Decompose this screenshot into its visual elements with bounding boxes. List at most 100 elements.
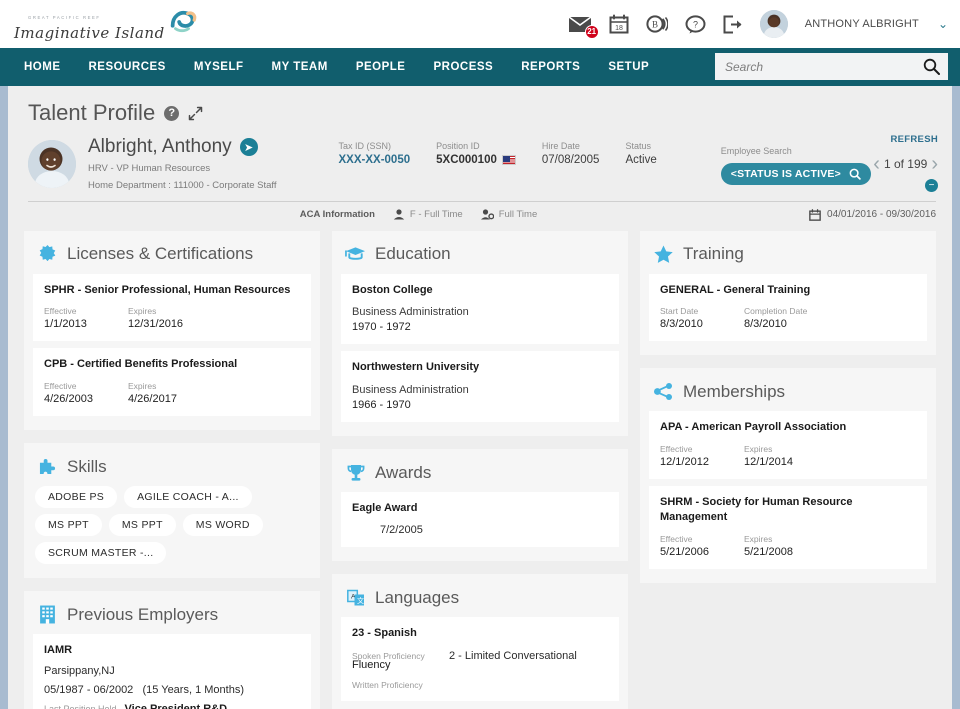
brand-logo[interactable]: Imaginative Island GREAT PACIFIC REEF xyxy=(10,7,197,41)
list-item[interactable]: GENERAL - General Training Start Date 8/… xyxy=(649,274,927,342)
aca-type: F - Full Time xyxy=(393,209,463,220)
column-right: Training GENERAL - General Training Star… xyxy=(640,231,936,709)
membership-name: APA - American Payroll Association xyxy=(660,420,916,435)
card-title: Memberships xyxy=(683,382,785,402)
brand-name: Imaginative Island xyxy=(14,26,165,41)
search-input[interactable] xyxy=(725,60,923,74)
search-icon[interactable] xyxy=(923,58,940,75)
expires-pair: Expires 12/1/2014 xyxy=(744,444,818,468)
aca-person-icon xyxy=(393,209,405,220)
license-name: SPHR - Senior Professional, Human Resour… xyxy=(44,283,300,298)
effective-pair: Effective 12/1/2012 xyxy=(660,444,734,468)
benefits-icon[interactable]: B xyxy=(646,15,668,34)
page-title: Talent Profile ? xyxy=(8,86,952,126)
list-item[interactable]: 23 - Spanish Spoken Proficiency 2 - Limi… xyxy=(341,617,619,701)
skill-chip[interactable]: AGILE COACH - A... xyxy=(124,486,252,508)
employee-search-block: Employee Search <STATUS IS ACTIVE> xyxy=(721,146,871,185)
column-middle: Education Boston College Business Admini… xyxy=(332,231,628,709)
list-item[interactable]: APA - American Payroll Association Effec… xyxy=(649,411,927,479)
employee-search-filter-pill[interactable]: <STATUS IS ACTIVE> xyxy=(721,163,871,185)
card-education: Education Boston College Business Admini… xyxy=(332,231,628,437)
nav-item-process[interactable]: PROCESS xyxy=(419,48,507,86)
start-date-pair: Start Date 8/3/2010 xyxy=(660,306,734,330)
card-header: Memberships xyxy=(649,376,927,411)
nav-item-myself[interactable]: MYSELF xyxy=(180,48,258,86)
effective-value: 5/21/2006 xyxy=(660,546,734,558)
effective-label: Effective xyxy=(44,306,118,316)
completion-date-value: 8/3/2010 xyxy=(744,318,818,330)
list-item[interactable]: Northwestern University Business Adminis… xyxy=(341,351,619,422)
list-item[interactable]: SPHR - Senior Professional, Human Resour… xyxy=(33,274,311,342)
fact-status: Status Active xyxy=(625,141,656,185)
svg-text:文: 文 xyxy=(357,596,364,605)
mail-icon[interactable]: 21 xyxy=(568,16,592,33)
fact-position-id-value-row: 5XC000100 xyxy=(436,154,516,166)
award-name: Eagle Award xyxy=(352,501,608,516)
card-header: Skills xyxy=(33,451,311,486)
effective-value: 12/1/2012 xyxy=(660,456,734,468)
expires-value: 5/21/2008 xyxy=(744,546,818,558)
nav-item-setup[interactable]: SETUP xyxy=(594,48,663,86)
employee-search-filter-text: <STATUS IS ACTIVE> xyxy=(731,168,841,180)
expires-pair: Expires 4/26/2017 xyxy=(128,381,202,405)
nav-item-home[interactable]: HOME xyxy=(16,48,75,86)
fact-position-id-label: Position ID xyxy=(436,141,516,151)
nav-item-my-team[interactable]: MY TEAM xyxy=(258,48,342,86)
nav-item-resources[interactable]: RESOURCES xyxy=(75,48,180,86)
list-item[interactable]: CPB - Certified Benefits Professional Ef… xyxy=(33,348,311,416)
card-title: Education xyxy=(375,244,451,264)
training-name: GENERAL - General Training xyxy=(660,283,916,298)
card-header: Education xyxy=(341,239,619,274)
search-icon[interactable] xyxy=(849,168,861,180)
skill-chip[interactable]: MS PPT xyxy=(109,514,176,536)
expires-pair: Expires 5/21/2008 xyxy=(744,534,818,558)
skill-chip[interactable]: ADOBE PS xyxy=(35,486,117,508)
skill-chip[interactable]: MS PPT xyxy=(35,514,102,536)
help-chat-icon[interactable]: ? xyxy=(685,15,706,34)
building-icon xyxy=(37,604,58,625)
license-name: CPB - Certified Benefits Professional xyxy=(44,357,300,372)
language-name: 23 - Spanish xyxy=(352,626,608,641)
calendar-icon[interactable]: 18 xyxy=(609,14,629,34)
user-name-label: ANTHONY ALBRIGHT xyxy=(805,18,919,30)
nav-item-people[interactable]: PEOPLE xyxy=(342,48,420,86)
effective-pair: Effective 1/1/2013 xyxy=(44,306,118,330)
us-flag-icon xyxy=(502,155,516,165)
star-icon xyxy=(653,244,674,265)
fact-hire-date: Hire Date 07/08/2005 xyxy=(542,141,600,185)
nav-item-reports[interactable]: REPORTS xyxy=(507,48,594,86)
employer-location: Parsippany,NJ xyxy=(44,665,300,677)
card-title: Previous Employers xyxy=(67,605,218,625)
certificate-badge-icon xyxy=(37,244,58,265)
main-navigation: HOME RESOURCES MYSELF MY TEAM PEOPLE PRO… xyxy=(0,48,960,86)
global-search[interactable] xyxy=(715,53,948,80)
card-title: Skills xyxy=(67,457,107,477)
aca-date-range: 04/01/2016 - 09/30/2016 xyxy=(809,209,936,221)
membership-dates: Effective 5/21/2006 Expires 5/21/2008 xyxy=(660,534,916,558)
card-header: Previous Employers xyxy=(33,599,311,634)
avatar[interactable] xyxy=(760,10,788,38)
next-record-icon[interactable]: › xyxy=(931,154,938,174)
list-item[interactable]: Eagle Award 7/2/2005 xyxy=(341,492,619,547)
collapse-icon[interactable]: − xyxy=(925,179,938,192)
expand-icon[interactable] xyxy=(188,106,203,121)
mail-unread-badge: 21 xyxy=(585,25,599,39)
list-item[interactable]: Boston College Business Administration 1… xyxy=(341,274,619,345)
written-proficiency-label: Written Proficiency xyxy=(352,680,608,690)
help-icon[interactable]: ? xyxy=(164,106,179,121)
refresh-button[interactable]: REFRESH xyxy=(873,134,938,145)
record-controls: REFRESH ‹ 1 of 199 › − xyxy=(873,134,938,193)
employee-search-label: Employee Search xyxy=(721,146,871,156)
skill-chip[interactable]: SCRUM MASTER -... xyxy=(35,542,166,564)
prev-record-icon[interactable]: ‹ xyxy=(873,154,880,174)
logout-icon[interactable] xyxy=(723,15,743,34)
top-header-bar: Imaginative Island GREAT PACIFIC REEF 21… xyxy=(0,0,960,48)
list-item[interactable]: IAMR Parsippany,NJ 05/1987 - 06/2002 (15… xyxy=(33,634,311,709)
header-actions: 21 18 B ? xyxy=(568,10,948,38)
go-arrow-icon[interactable]: ➤ xyxy=(240,138,258,156)
skill-chip[interactable]: MS WORD xyxy=(183,514,263,536)
employee-avatar[interactable] xyxy=(28,140,76,188)
graduation-cap-icon xyxy=(345,244,366,265)
chevron-down-icon[interactable]: ⌄ xyxy=(938,17,948,31)
list-item[interactable]: SHRM - Society for Human Resource Manage… xyxy=(649,486,927,569)
